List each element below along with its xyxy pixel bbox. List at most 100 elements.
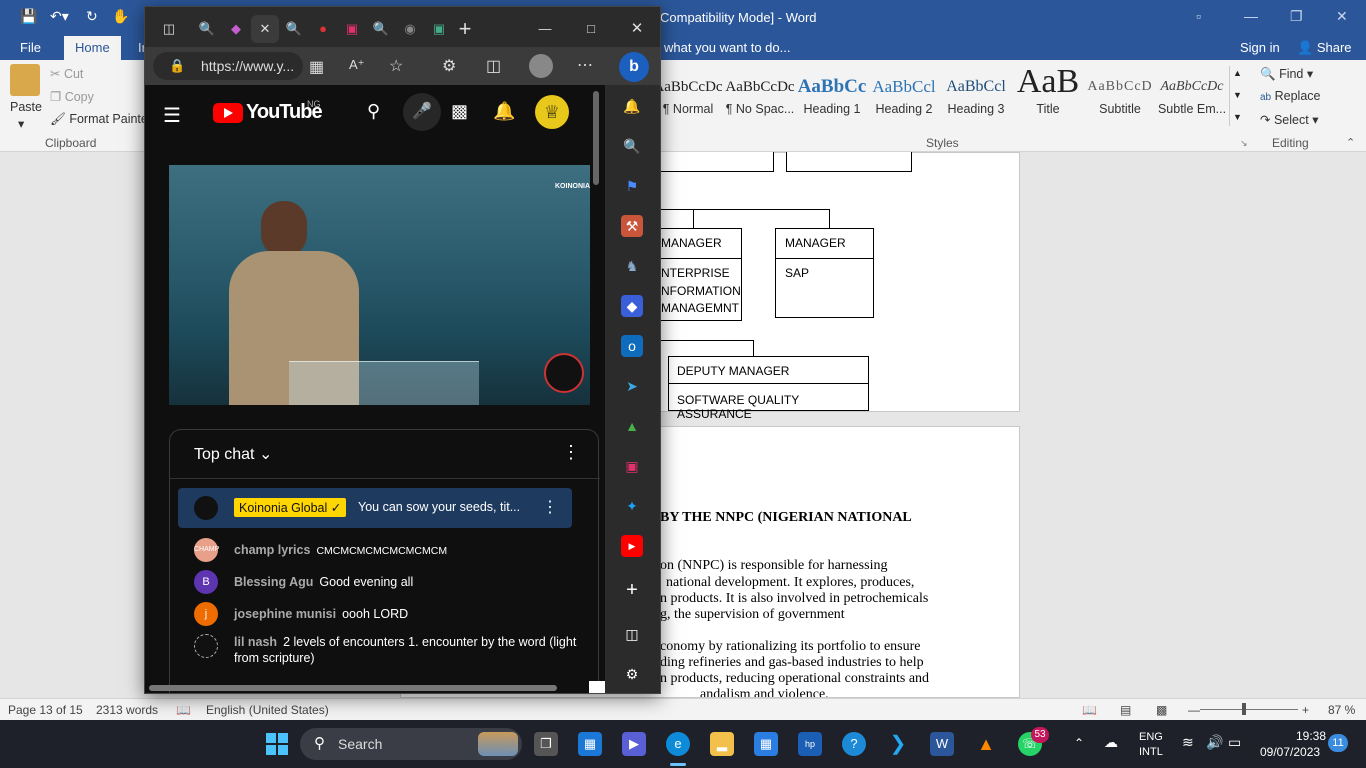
chat-author[interactable]: Blessing Agu [234, 575, 313, 589]
favorite-star-icon[interactable]: ☆ [389, 56, 403, 76]
widgets-icon[interactable]: ▦ [578, 732, 602, 756]
sidebar-toggle-icon[interactable]: ◫ [621, 623, 643, 645]
replace-button[interactable]: ab Replace [1260, 89, 1320, 103]
chat-author[interactable]: lil nash [234, 635, 277, 649]
battery-icon[interactable]: ▭ [1228, 734, 1241, 751]
vlc-icon[interactable]: ▲ [974, 732, 998, 756]
more-styles-icon[interactable]: ▼ [1233, 112, 1242, 122]
notification-count-badge[interactable]: 11 [1328, 734, 1348, 752]
restore-icon[interactable]: ❐ [1290, 8, 1303, 25]
app-available-icon[interactable]: ▦ [309, 57, 324, 77]
style-heading-1[interactable]: AaBbCc Heading 1 [796, 66, 868, 126]
style-heading-2[interactable]: AaBbCcl Heading 2 [868, 66, 940, 126]
proofing-icon[interactable]: 📖 [176, 703, 191, 717]
style-heading-3[interactable]: AaBbCcl Heading 3 [940, 66, 1012, 126]
network-tray-icon[interactable]: ☁ [1104, 734, 1118, 751]
collapse-ribbon-icon[interactable]: ⌃ [1346, 136, 1355, 149]
mic-icon[interactable]: 🎤 [403, 93, 441, 131]
copy-button[interactable]: ❐ Copy [50, 89, 94, 104]
tools-icon[interactable]: ⚒ [621, 215, 643, 237]
url-field[interactable]: 🔒 https://www.y... [153, 52, 303, 80]
chevron-up-icon[interactable]: ▲ [1233, 68, 1242, 78]
myhp-icon[interactable]: hp [798, 732, 822, 756]
redo-icon[interactable]: ↻ [86, 8, 98, 25]
sign-in-link[interactable]: Sign in [1240, 40, 1280, 55]
youtube-icon[interactable]: ▶ [621, 535, 643, 557]
tab-home[interactable]: Home [64, 36, 121, 60]
paste-button[interactable]: Paste [10, 100, 42, 114]
tab-search-3[interactable]: 🔍 [367, 15, 395, 43]
save-icon[interactable]: 💾 [20, 8, 37, 25]
tab-search-2[interactable]: 🔍 [280, 15, 308, 43]
split-screen-icon[interactable]: ◫ [486, 56, 501, 76]
volume-icon[interactable]: 🔊 [1206, 734, 1223, 751]
tab-app-2[interactable]: ▣ [425, 15, 453, 43]
clock-date[interactable]: 09/07/2023 [1260, 745, 1320, 759]
read-aloud-icon[interactable]: A⁺ [349, 57, 365, 73]
maximize-icon[interactable]: □ [577, 15, 605, 43]
vertical-scrollbar[interactable] [593, 91, 599, 185]
youtube-logo-icon[interactable] [213, 103, 243, 123]
undo-icon[interactable]: ↶▾ [50, 8, 69, 25]
language-indicator[interactable]: English (United States) [206, 703, 329, 717]
tab-gem[interactable]: ◆ [222, 15, 250, 43]
twitter-icon[interactable]: ✦ [621, 495, 643, 517]
web-layout-icon[interactable]: ▩ [1156, 703, 1167, 717]
new-tab-button[interactable]: + [451, 15, 479, 43]
file-explorer-icon[interactable]: ▂ [710, 732, 734, 756]
read-mode-icon[interactable]: 📖 [1082, 703, 1097, 717]
notifications-bell-icon[interactable]: 🔔 [621, 95, 643, 117]
more-options-icon[interactable]: ⋯ [577, 55, 593, 75]
minimize-icon[interactable]: — [1244, 8, 1258, 24]
zoom-slider[interactable] [1200, 709, 1298, 710]
wifi-icon[interactable]: ≋ [1182, 734, 1194, 751]
taskbar-search[interactable]: ⚲ Search [300, 728, 522, 760]
style-subtitle[interactable]: AaBbCcD Subtitle [1084, 66, 1156, 126]
start-button[interactable] [266, 733, 288, 755]
store-icon[interactable]: ▦ [754, 732, 778, 756]
user-avatar[interactable]: ♕ [535, 95, 569, 129]
share-button[interactable]: 👤 Share [1293, 38, 1356, 58]
cut-button[interactable]: ✂ Cut [50, 66, 83, 81]
show-hidden-icons[interactable]: ⌃ [1074, 736, 1084, 750]
touch-mode-icon[interactable]: ✋ [112, 8, 129, 25]
tab-instagram[interactable]: ▣ [338, 15, 366, 43]
help-icon[interactable]: ? [842, 732, 866, 756]
office-icon[interactable]: ◆ [621, 295, 643, 317]
horizontal-scrollbar[interactable] [149, 685, 557, 691]
clock-time[interactable]: 19:38 [1296, 729, 1326, 743]
language-indicator-top[interactable]: ENG [1139, 731, 1163, 743]
lock-icon[interactable]: 🔒 [169, 58, 185, 74]
tab-app[interactable]: ◉ [396, 15, 424, 43]
notifications-bell-icon[interactable]: 🔔 [493, 101, 515, 122]
settings-gear-icon[interactable]: ⚙ [621, 663, 643, 685]
pinned-more-icon[interactable]: ⋮ [542, 497, 558, 517]
tab-bd[interactable]: ● [309, 15, 337, 43]
style-title[interactable]: AaB Title [1012, 66, 1084, 126]
vscode-icon[interactable]: ❯ [886, 732, 910, 756]
bing-copilot-icon[interactable]: b [619, 52, 649, 82]
teams-chat-icon[interactable]: ▶ [622, 732, 646, 756]
print-layout-icon[interactable]: ▤ [1120, 703, 1131, 717]
tab-search-1[interactable]: 🔍 [193, 15, 221, 43]
zoom-in-button[interactable]: + [1302, 703, 1309, 717]
zoom-out-button[interactable]: — [1188, 703, 1200, 717]
search-icon[interactable]: 🔍 [621, 135, 643, 157]
format-painter-button[interactable]: 🖌 Format Painter [50, 112, 152, 127]
tab-file[interactable]: File [20, 40, 41, 55]
games-icon[interactable]: ♞ [621, 255, 643, 277]
video-player[interactable]: KOINONIA [169, 165, 590, 405]
chat-author[interactable]: josephine munisi [234, 607, 336, 621]
minimize-icon[interactable]: — [531, 15, 559, 43]
close-window-icon[interactable]: ✕ [623, 15, 651, 43]
page-count[interactable]: Page 13 of 15 [8, 703, 83, 717]
drop-icon[interactable]: ➤ [621, 375, 643, 397]
extensions-icon[interactable]: ⚙ [442, 56, 456, 76]
chevron-down-icon[interactable]: ▼ [1233, 90, 1242, 100]
menu-icon[interactable]: ☰ [163, 103, 181, 128]
ribbon-display-icon[interactable]: ▫ [1196, 8, 1201, 24]
tree-icon[interactable]: ▲ [621, 415, 643, 437]
style-no-spacing[interactable]: AaBbCcDc ¶ No Spac... [724, 66, 796, 126]
edge-taskbar-icon[interactable]: e [666, 732, 690, 756]
pinned-message[interactable]: Koinonia Global ✓ You can sow your seeds… [178, 488, 572, 528]
